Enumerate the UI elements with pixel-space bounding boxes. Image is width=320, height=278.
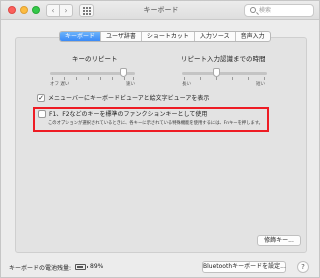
modifier-keys-button[interactable]: 修飾キー... (257, 235, 301, 246)
show-viewer-label: メニューバーにキーボードビューアと絵文字ビューアを表示 (48, 95, 210, 102)
repeat-delay-right-end: 短い (256, 82, 265, 87)
key-repeat-right-end: 速い (126, 82, 135, 87)
fn-keys-label: F1、F2などのキーを標準のファンクションキーとして使用 (49, 111, 208, 118)
battery-label: キーボードの電池残量: (9, 265, 72, 272)
repeat-delay-knob[interactable] (213, 68, 220, 77)
help-button[interactable]: ? (297, 261, 309, 273)
fn-keys-option[interactable]: F1、F2などのキーを標準のファンクションキーとして使用 (38, 109, 207, 118)
zoom-window-button[interactable] (32, 6, 40, 14)
tab-keyboard[interactable]: キーボード (60, 32, 101, 41)
key-repeat-left-end: オフ 遅い (50, 82, 70, 87)
close-window-button[interactable] (8, 6, 16, 14)
tab-shortcuts[interactable]: ショートカット (140, 32, 194, 41)
bottom-bar: キーボードの電池残量: 89% Bluetoothキーボードを設定... ? (1, 256, 319, 278)
show-all-grid-icon[interactable] (79, 4, 94, 17)
fn-keys-checkbox[interactable] (38, 109, 46, 118)
show-viewer-checkbox[interactable]: ✓ (37, 93, 45, 102)
repeat-delay-track (182, 72, 267, 75)
repeat-delay-label: リピート入力認識までの時間 (181, 55, 266, 63)
window-title: キーボード (143, 6, 179, 14)
minimize-window-button[interactable] (20, 6, 28, 14)
tab-input-sources[interactable]: 入力ソース (193, 32, 235, 41)
battery-percent: 89% (90, 263, 104, 270)
key-repeat-knob[interactable] (120, 68, 127, 77)
show-viewer-option[interactable]: ✓ メニューバーにキーボードビューアと絵文字ビューアを表示 (37, 93, 209, 102)
tab-dictation[interactable]: 音声入力 (234, 32, 270, 41)
settings-pane: キーのリピート オフ 遅い 速い リピート入力認識までの時間 長い 短い (15, 37, 307, 253)
tab-user-dictionary[interactable]: ユーザ辞書 (100, 32, 141, 41)
forward-button[interactable]: › (59, 4, 73, 17)
search-placeholder: 検索 (259, 7, 272, 14)
key-repeat-label: キーのリピート (72, 55, 118, 63)
title-bar: ‹ › キーボード 検索 (1, 1, 319, 20)
keyboard-preferences-window: ‹ › キーボード 検索 キーのリピート オフ 遅い 速い リピート入力認識まで… (0, 0, 320, 278)
battery-icon (75, 264, 88, 270)
search-field[interactable]: 検索 (244, 4, 314, 17)
search-icon (250, 7, 256, 13)
repeat-delay-left-end: 長い (182, 82, 191, 87)
fn-keys-note: このオプションが選択されているときに、各キーに示されている特殊機能を使用するには… (48, 121, 263, 126)
back-button[interactable]: ‹ (46, 4, 60, 17)
setup-bluetooth-keyboard-button[interactable]: Bluetoothキーボードを設定... (202, 261, 286, 273)
preference-tabs: キーボード ユーザ辞書 ショートカット 入力ソース 音声入力 (59, 31, 271, 42)
